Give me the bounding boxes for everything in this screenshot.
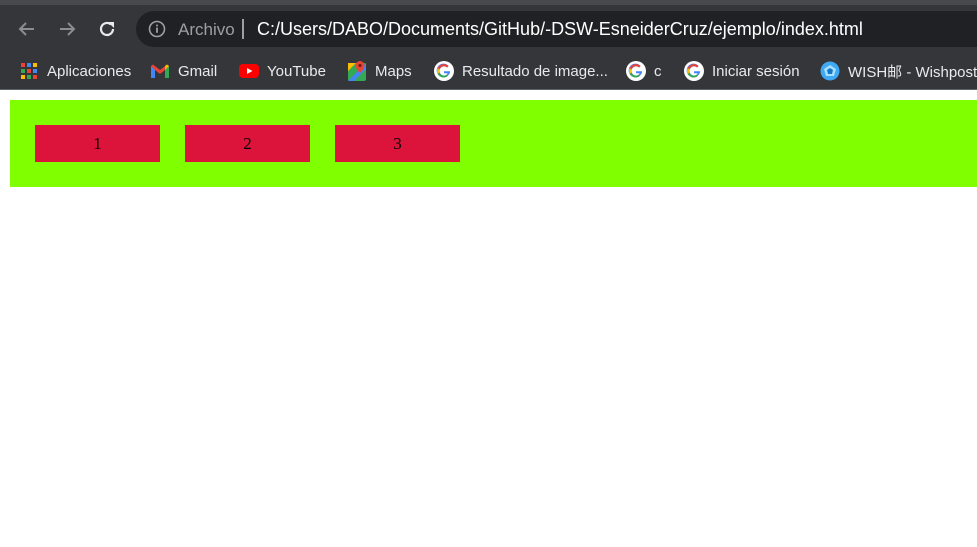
reload-button[interactable] — [93, 15, 121, 43]
bookmark-label: YouTube — [267, 62, 326, 80]
gmail-icon — [150, 61, 170, 81]
maps-icon — [347, 61, 367, 81]
bookmark-youtube[interactable]: YouTube — [239, 58, 326, 84]
apps-grid-icon — [19, 61, 39, 81]
bookmark-aplicaciones[interactable]: Aplicaciones — [19, 58, 131, 84]
address-divider — [242, 19, 244, 39]
bookmark-c[interactable]: c — [626, 58, 662, 84]
bookmark-label: c — [654, 62, 662, 80]
youtube-icon — [239, 61, 259, 81]
bookmark-label: Gmail — [178, 62, 218, 80]
bookmark-label: Resultado de image... — [462, 62, 608, 80]
bookmark-label: Iniciar sesión — [712, 62, 800, 80]
red-box-2: 2 — [185, 125, 310, 162]
bookmark-resultado[interactable]: Resultado de image... — [434, 58, 608, 84]
page-viewport: 1 2 3 — [0, 91, 977, 547]
red-box-1: 1 — [35, 125, 160, 162]
bookmark-iniciar-sesion[interactable]: Iniciar sesión — [684, 58, 800, 84]
arrow-right-icon — [60, 22, 76, 36]
bookmark-wishpost[interactable]: WISH邮 - Wishpost — [820, 58, 977, 84]
back-button[interactable] — [13, 15, 41, 43]
bookmark-maps[interactable]: Maps — [347, 58, 412, 84]
google-icon — [626, 61, 646, 81]
bookmark-label: WISH邮 - Wishpost — [848, 63, 977, 81]
url-text[interactable]: C:/Users/DABO/Documents/GitHub/-DSW-Esne… — [257, 19, 863, 40]
arrow-left-icon — [18, 22, 34, 36]
bookmark-gmail[interactable]: Gmail — [150, 58, 217, 84]
red-box-3: 3 — [335, 125, 460, 162]
forward-button[interactable] — [53, 15, 81, 43]
bookmark-label: Aplicaciones — [47, 62, 132, 80]
reload-icon — [99, 21, 115, 37]
wishpost-icon — [820, 61, 840, 81]
address-bar[interactable]: Archivo C:/Users/DABO/Documents/GitHub/-… — [136, 11, 977, 47]
google-icon — [684, 61, 704, 81]
info-icon[interactable] — [148, 20, 166, 38]
bookmark-label: Maps — [375, 62, 412, 80]
google-icon — [434, 61, 454, 81]
browser-toolbar: Archivo C:/Users/DABO/Documents/GitHub/-… — [0, 0, 977, 52]
green-container: 1 2 3 — [10, 100, 977, 187]
security-label: Archivo — [178, 20, 235, 39]
bookmarks-bar: Aplicaciones Gmail YouTube Maps Resultad… — [0, 52, 977, 90]
